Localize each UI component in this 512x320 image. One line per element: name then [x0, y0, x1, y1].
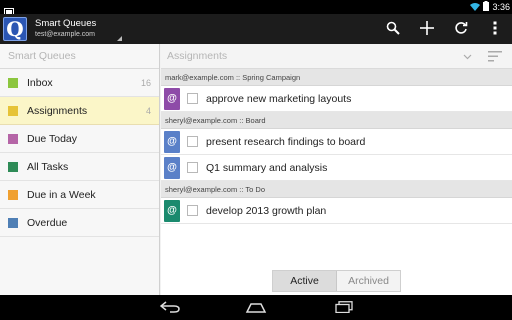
assignee-badge: @: [164, 130, 180, 153]
task-list-title: Assignments: [167, 50, 228, 62]
navigation-bar: [0, 295, 512, 320]
home-icon: [245, 298, 267, 317]
recent-apps-icon: [335, 298, 353, 317]
chevron-down-icon[interactable]: [463, 52, 472, 61]
wifi-icon: [470, 2, 481, 13]
task-title: develop 2013 growth plan: [206, 204, 327, 217]
queue-color-swatch: [8, 161, 18, 172]
sidebar-item-assignments[interactable]: Assignments 4: [0, 97, 159, 125]
task-title: present research findings to board: [206, 135, 366, 148]
action-bar: Q Smart Queues test@example.com: [0, 14, 512, 44]
assignee-badge: @: [164, 87, 180, 110]
sync-button[interactable]: [446, 14, 476, 44]
task-checkbox[interactable]: [187, 136, 198, 147]
search-icon: [386, 20, 400, 39]
active-archived-toggle: Active Archived: [272, 270, 401, 292]
task-row[interactable]: @ develop 2013 growth plan: [161, 198, 512, 224]
sidebar-item-label: Inbox: [27, 76, 53, 89]
add-icon: [420, 20, 434, 39]
sidebar-item-label: Due Today: [27, 132, 78, 145]
app-title[interactable]: Smart Queues: [35, 18, 96, 29]
sidebar-item-label: Overdue: [27, 216, 68, 229]
recent-apps-button[interactable]: [324, 297, 364, 318]
assignee-badge: @: [164, 156, 180, 179]
task-row[interactable]: @ Q1 summary and analysis: [161, 155, 512, 181]
task-list-header: Assignments: [161, 44, 512, 69]
sidebar-item-count: 16: [140, 77, 151, 88]
clock: 3:36: [492, 2, 510, 12]
smart-queues-sidebar: Smart Queues Inbox 16 Assignments 4 Due …: [0, 44, 160, 295]
home-button[interactable]: [236, 297, 276, 318]
task-row[interactable]: @ present research findings to board: [161, 129, 512, 155]
sidebar-item-label: Assignments: [27, 104, 88, 117]
task-title: approve new marketing layouts: [206, 92, 352, 105]
task-group-header: sheryl@example.com :: Board: [161, 112, 512, 129]
account-dropdown-indicator[interactable]: [117, 36, 122, 41]
task-list-pane: Assignments mark@example.com :: Spring C…: [161, 44, 512, 295]
status-bar: 3:36: [0, 0, 512, 17]
sidebar-item-label: Due in a Week: [27, 188, 96, 201]
task-checkbox[interactable]: [187, 93, 198, 104]
archived-tab-button[interactable]: Archived: [337, 271, 400, 291]
refresh-icon: [454, 20, 468, 39]
task-row[interactable]: @ approve new marketing layouts: [161, 86, 512, 112]
queue-color-swatch: [8, 105, 18, 116]
task-group-header: mark@example.com :: Spring Campaign: [161, 69, 512, 86]
queue-color-swatch: [8, 133, 18, 144]
search-button[interactable]: [378, 14, 408, 44]
task-group-header: sheryl@example.com :: To Do: [161, 181, 512, 198]
sidebar-item-due-in-a-week[interactable]: Due in a Week: [0, 181, 159, 209]
overflow-menu-icon: [493, 20, 497, 39]
sidebar-item-inbox[interactable]: Inbox 16: [0, 69, 159, 97]
notification-icon: [4, 2, 14, 17]
add-task-button[interactable]: [412, 14, 442, 44]
assignee-badge: @: [164, 199, 180, 222]
sidebar-item-count: 4: [145, 105, 151, 116]
app-logo[interactable]: Q: [3, 17, 27, 41]
task-checkbox[interactable]: [187, 205, 198, 216]
sidebar-item-all-tasks[interactable]: All Tasks: [0, 153, 159, 181]
sidebar-item-overdue[interactable]: Overdue: [0, 209, 159, 237]
active-tab-button[interactable]: Active: [273, 271, 337, 291]
account-name[interactable]: test@example.com: [35, 31, 95, 38]
sidebar-item-due-today[interactable]: Due Today: [0, 125, 159, 153]
back-button[interactable]: [150, 297, 190, 318]
back-icon: [159, 298, 180, 317]
battery-icon: [483, 1, 490, 13]
sidebar-item-label: All Tasks: [27, 160, 69, 173]
task-title: Q1 summary and analysis: [206, 161, 328, 174]
screen: 3:36 Q Smart Queues test@example.com Sma…: [0, 0, 512, 320]
sort-icon[interactable]: [488, 51, 502, 62]
queue-color-swatch: [8, 77, 18, 88]
sidebar-header: Smart Queues: [0, 44, 159, 69]
queue-color-swatch: [8, 189, 18, 200]
queue-color-swatch: [8, 217, 18, 228]
task-checkbox[interactable]: [187, 162, 198, 173]
overflow-menu-button[interactable]: [480, 14, 510, 44]
